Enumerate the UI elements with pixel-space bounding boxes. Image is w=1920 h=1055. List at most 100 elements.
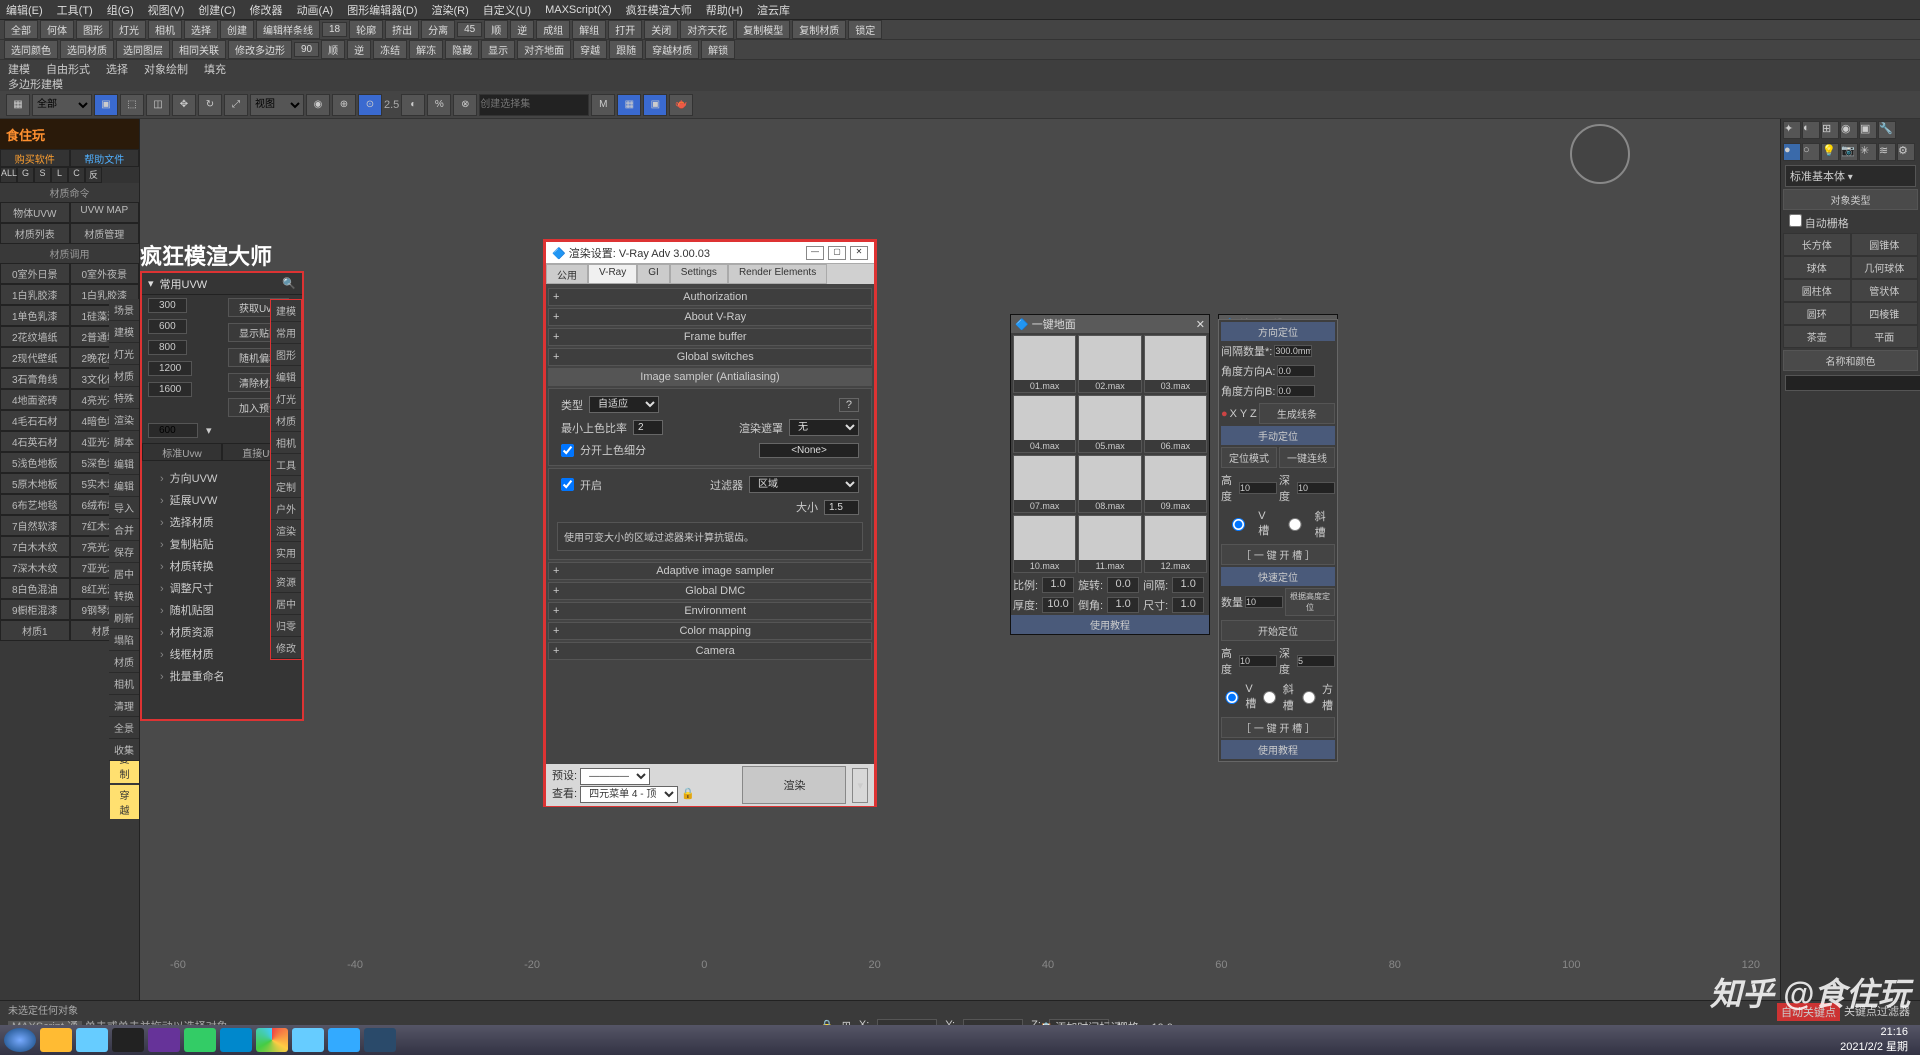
tool-icon[interactable]: ▦ [6,94,30,116]
tool-btn[interactable]: 选同材质 [60,40,114,59]
tab-help[interactable]: 帮助文件 [70,149,140,167]
side-cat[interactable]: 常用 [271,322,301,344]
side-cat[interactable]: 图形 [271,344,301,366]
tool-btn[interactable]: 选同颜色 [4,40,58,59]
side-cat[interactable]: 全景 [109,717,139,739]
tool-icon[interactable]: ⬚ [120,94,144,116]
tool-btn[interactable]: 修改多边形 [228,40,292,59]
side-cat[interactable]: 合并 [109,519,139,541]
tool-btn[interactable]: 编辑样条线 [256,20,320,39]
tool-btn[interactable]: 相同关联 [172,40,226,59]
sq-slot[interactable] [1298,691,1320,704]
tile-thumb[interactable]: 04.max [1013,395,1076,453]
side-cat[interactable]: 灯光 [109,343,139,365]
menu-item[interactable]: 修改器 [250,2,283,18]
menu-item[interactable]: 渲染(R) [432,2,469,18]
size-preset[interactable]: 1600 [142,379,222,400]
start-button[interactable] [4,1028,36,1052]
side-cat[interactable]: 相机 [271,432,301,454]
viewport[interactable] [140,119,1780,1039]
size-input[interactable] [824,500,859,515]
menu-item[interactable]: 图形编辑器(D) [347,2,417,18]
tool-btn[interactable]: 显示 [481,40,515,59]
side-cat[interactable]: 归零 [271,615,301,637]
side-cat[interactable]: 收集 [109,739,139,761]
mat-btn[interactable]: UVW MAP [70,202,140,223]
side-cat[interactable]: 户外 [271,498,301,520]
one-line[interactable]: 一键连线 [1279,447,1335,468]
side-cat[interactable]: 脚本 [109,431,139,453]
mat-btn[interactable]: 材质管理 [70,223,140,244]
side-cat[interactable]: 定制 [271,476,301,498]
tool-btn[interactable]: 打开 [608,20,642,39]
tool-btn[interactable]: 成组 [536,20,570,39]
space-icon[interactable]: ≋ [1878,143,1896,161]
task-app[interactable] [148,1028,180,1052]
prim-btn[interactable]: 几何球体 [1851,256,1919,279]
open-check[interactable] [561,478,574,491]
param-field[interactable]: 1.0 [1107,597,1139,613]
mat-item[interactable]: 3石膏角线 [0,368,70,389]
menu-item[interactable]: 帮助(H) [706,2,743,18]
tool-btn[interactable]: 创建 [220,20,254,39]
side-cat[interactable]: 编辑 [271,366,301,388]
mat-item[interactable]: 4石英石材 [0,431,70,452]
tool-icon[interactable]: ⊕ [332,94,356,116]
filter-tab[interactable]: ALL [0,167,17,183]
tool-btn[interactable]: 对齐地面 [517,40,571,59]
max-icon[interactable] [364,1028,396,1052]
prim-btn[interactable]: 圆环 [1783,302,1851,325]
render-tab[interactable]: Settings [670,264,728,284]
rollup[interactable]: +Color mapping [548,622,872,640]
mat-item[interactable]: 8白色混油 [0,578,70,599]
tool-btn[interactable]: 穿越材质 [645,40,699,59]
tool-btn[interactable]: 复制材质 [792,20,846,39]
rollup[interactable]: +About V-Ray [548,308,872,326]
select-tool[interactable]: ▣ [94,94,118,116]
sys-icon[interactable]: ⚙ [1897,143,1915,161]
mat-item[interactable]: 5浅色地板 [0,452,70,473]
v-slot2[interactable] [1221,691,1243,704]
tile-thumb[interactable]: 07.max [1013,455,1076,513]
side-cat[interactable]: 渲染 [109,409,139,431]
tool-icon[interactable]: ▣ [643,94,667,116]
tool-btn[interactable]: 逆 [510,20,534,39]
snap-tool[interactable]: ⊙ [358,94,382,116]
filter-sel[interactable]: 区域 [749,476,859,493]
start-pos[interactable]: 开始定位 [1221,620,1335,641]
size-preset[interactable]: 800 [142,337,222,358]
subtab[interactable]: 对象绘制 [144,61,188,77]
side-cat[interactable] [271,564,301,571]
tool-icon[interactable]: ◐ [401,94,425,116]
v-slot[interactable] [1221,518,1256,531]
modify-tab[interactable]: ◐ [1802,121,1820,139]
prim-btn[interactable]: 长方体 [1783,233,1851,256]
hier-tab[interactable]: ⊞ [1821,121,1839,139]
mat-item[interactable]: 4毛石石材 [0,410,70,431]
mat-item[interactable]: 0室外日景 [0,263,70,284]
subtab[interactable]: 选择 [106,61,128,77]
tool-btn[interactable]: 解组 [572,20,606,39]
menu-item[interactable]: MAXScript(X) [545,4,612,16]
side-cat[interactable]: 建模 [271,300,301,322]
tile-thumb[interactable]: 01.max [1013,335,1076,393]
tool-btn[interactable]: 顺 [484,20,508,39]
tile-thumb[interactable]: 11.max [1078,515,1141,573]
param-field[interactable]: 1.0 [1172,577,1204,593]
angle-b[interactable] [1277,385,1315,397]
tool-btn[interactable]: 图形 [76,20,110,39]
param-field[interactable]: 0.0 [1107,577,1139,593]
tool-btn[interactable]: 跟随 [609,40,643,59]
side-cat[interactable]: 居中 [271,593,301,615]
menu-item[interactable]: 视图(V) [148,2,185,18]
mat-item[interactable]: 9橱柜混漆 [0,599,70,620]
side-cat[interactable]: 居中 [109,563,139,585]
prim-btn[interactable]: 四棱锥 [1851,302,1919,325]
h2-input[interactable] [1239,655,1277,667]
d2-input[interactable] [1297,655,1335,667]
mat-item[interactable]: 7深木木纹 [0,557,70,578]
menu-item[interactable]: 组(G) [107,2,134,18]
mat-btn[interactable]: 物体UVW [0,202,70,223]
size-preset[interactable]: 600 [142,316,222,337]
mask-sel[interactable]: 无 [789,419,859,436]
